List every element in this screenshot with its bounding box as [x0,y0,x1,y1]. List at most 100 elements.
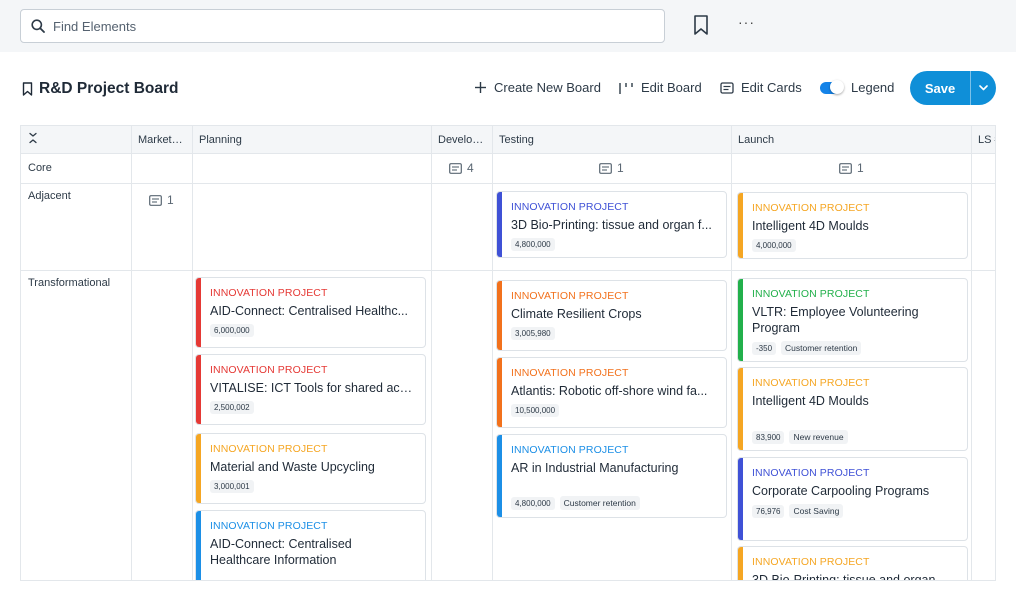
card-tag: Customer retention [781,341,862,355]
bookmark-icon [694,15,708,35]
card-value: 2,500,002 [210,401,254,414]
card-type: INNOVATION PROJECT [752,556,870,568]
card-title: Intelligent 4D Moulds [752,394,869,408]
card-value: 4,800,000 [511,238,555,251]
card-tag: New revenue [789,430,848,444]
card-color-bar [738,547,743,580]
edit-board-button[interactable]: Edit Board [618,80,702,95]
card-color-bar [196,434,201,503]
card-value: 10,500,000 [511,404,560,417]
board-title-text: R&D Project Board [39,80,179,97]
card-type: INNOVATION PROJECT [511,290,629,302]
collapsed-card-count[interactable]: 4 [449,161,474,175]
project-card[interactable]: INNOVATION PROJECT Material and Waste Up… [195,433,426,504]
card-type: INNOVATION PROJECT [752,288,870,300]
column-header-launch[interactable]: Launch [731,126,971,154]
card-title: Climate Resilient Crops [511,307,642,321]
project-card[interactable]: INNOVATION PROJECT AR in Industrial Manu… [496,434,727,518]
card-title: AID-Connect: Centralised Healthc... [210,304,409,318]
card-icon [839,162,852,174]
card-value: 4,000,000 [752,239,796,252]
card-tag: Customer retention [559,496,640,510]
card-title: VLTR: Employee Volunteering Program [752,305,919,335]
collapse-icon[interactable] [28,132,38,144]
project-card[interactable]: INNOVATION PROJECT Corporate Carpooling … [737,457,968,541]
edit-cards-button[interactable]: Edit Cards [720,80,802,95]
card-color-bar [196,278,201,347]
board-grid: Market… Planning Develo… Testing Launch … [20,125,996,581]
bookmark-icon [22,82,33,96]
row-label-adjacent: Adjacent [28,190,71,202]
card-color-bar [738,458,743,540]
project-card[interactable]: INNOVATION PROJECT AID-Connect: Centrali… [195,277,426,348]
collapsed-card-count[interactable]: 1 [839,161,864,175]
project-card[interactable]: INNOVATION PROJECT VITALISE: ICT Tools f… [195,354,426,425]
toggle-switch[interactable] [820,79,844,94]
project-card[interactable]: INNOVATION PROJECT 3D Bio-Printing: tiss… [496,191,727,258]
save-button[interactable]: Save [910,71,970,105]
grid-divider [131,126,132,580]
grid-divider [21,183,995,184]
card-color-bar [497,192,502,257]
plus-icon [475,82,486,93]
save-dropdown-button[interactable] [971,71,996,105]
card-icon [449,162,462,174]
card-color-bar [497,281,502,350]
create-new-board-button[interactable]: Create New Board [474,80,601,95]
card-title: VITALISE: ICT Tools for shared acc... [210,381,415,395]
card-color-bar [738,193,743,258]
row-label-core: Core [28,162,52,174]
card-title: Material and Waste Upcycling [210,460,375,474]
project-card[interactable]: INNOVATION PROJECT 3D Bio-Printing: tiss… [737,546,968,580]
card-tag: Cost Saving [789,504,844,518]
column-header-planning[interactable]: Planning [192,126,431,154]
project-card[interactable]: INNOVATION PROJECT AID-Connect: Centrali… [195,510,426,580]
bookmark-button[interactable] [692,14,712,38]
project-card[interactable]: INNOVATION PROJECT Intelligent 4D Moulds… [737,367,968,451]
card-type: INNOVATION PROJECT [752,377,870,389]
grid-divider [971,126,972,580]
collapse-header [21,126,131,154]
project-card[interactable]: INNOVATION PROJECT Intelligent 4D Moulds… [737,192,968,259]
card-type: INNOVATION PROJECT [752,467,870,479]
column-header-marketing[interactable]: Market… [131,126,192,154]
grid-divider [731,126,732,580]
column-header-testing[interactable]: Testing [492,126,731,154]
card-value: 3,000,001 [210,480,254,493]
card-title: AR in Industrial Manufacturing [511,461,679,475]
column-header-ls[interactable]: LS # [971,126,995,154]
card-value: 3,005,980 [511,327,555,340]
card-value: 6,000,000 [210,324,254,337]
card-type: INNOVATION PROJECT [511,367,629,379]
save-button-group: Save [910,71,996,105]
grid-divider [192,126,193,580]
grid-divider [492,126,493,580]
project-card[interactable]: INNOVATION PROJECT Atlantis: Robotic off… [496,357,727,428]
card-type: INNOVATION PROJECT [511,201,629,213]
column-header-development[interactable]: Develo… [431,126,492,154]
card-type: INNOVATION PROJECT [210,364,328,376]
card-type: INNOVATION PROJECT [210,443,328,455]
card-title: AID-Connect: Centralised Healthcare Info… [210,537,352,567]
project-card[interactable]: INNOVATION PROJECT Climate Resilient Cro… [496,280,727,351]
card-value: -350 [752,341,777,355]
search-icon [31,19,45,33]
card-type: INNOVATION PROJECT [210,520,328,532]
more-options-button[interactable]: ··· [738,14,755,30]
legend-toggle[interactable]: Legend [820,79,894,95]
collapsed-card-count[interactable]: 1 [149,193,174,207]
card-color-bar [497,358,502,427]
card-color-bar [738,368,743,450]
card-type: INNOVATION PROJECT [210,287,328,299]
card-title: Corporate Carpooling Programs [752,484,930,498]
card-value: 76,976 [752,504,785,518]
project-card[interactable]: INNOVATION PROJECT VLTR: Employee Volunt… [737,278,968,362]
card-icon [720,81,734,94]
collapsed-card-count[interactable]: 1 [599,161,624,175]
search-box[interactable] [20,9,665,43]
card-title: 3D Bio-Printing: tissue and organ f... [511,218,712,232]
grid-divider [21,270,995,271]
search-input[interactable] [53,18,633,34]
card-color-bar [738,279,743,361]
card-icon [599,162,612,174]
